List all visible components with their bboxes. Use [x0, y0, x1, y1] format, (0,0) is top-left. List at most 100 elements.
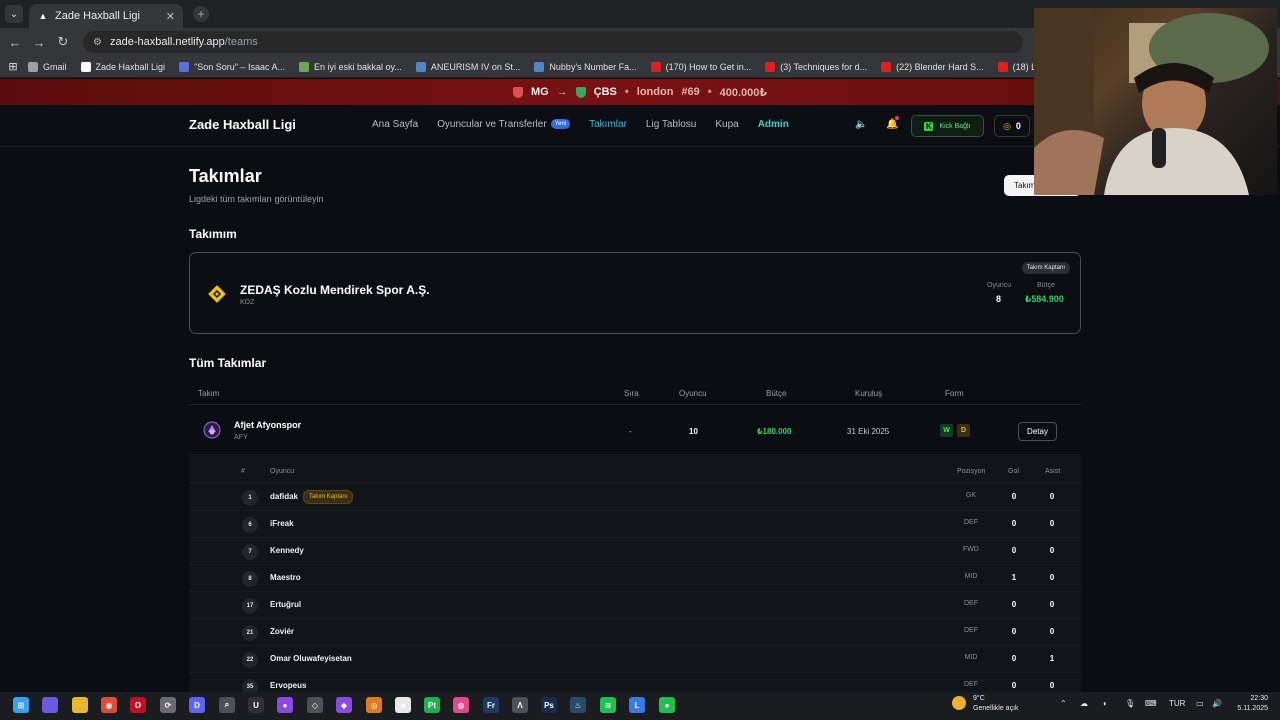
ticker-separator: • [707, 86, 712, 98]
bookmark-item[interactable]: Zade Haxball Ligi [80, 61, 165, 72]
detail-button[interactable]: Detay [1018, 422, 1057, 441]
back-icon[interactable]: ← [3, 35, 27, 50]
coin-balance[interactable]: ◎ 0 [994, 115, 1030, 137]
col-goals: Gol [1008, 468, 1019, 475]
player-row[interactable]: 7 Kennedy FWD 0 0 [189, 538, 1081, 565]
nav-teams[interactable]: Takımlar [589, 119, 627, 130]
pycharm-icon[interactable]: Pt [424, 697, 440, 713]
photoshop-icon[interactable]: Ps [541, 697, 557, 713]
system-clock[interactable]: 22:30 5.11.2025 [1232, 694, 1268, 714]
launcher-icon[interactable]: L [629, 697, 645, 713]
file-explorer-icon[interactable] [72, 697, 88, 713]
game-bar-icon[interactable]: ● [659, 697, 675, 713]
fresco-icon[interactable]: Fr [483, 697, 499, 713]
bookmark-item[interactable]: (3) Techniques for d... [765, 61, 868, 72]
visual-studio-icon[interactable]: ◆ [336, 697, 352, 713]
tray-overflow-icon[interactable]: ⌃ [1060, 699, 1067, 708]
bookmark-item[interactable]: "Son Soru" – Isaac A... [179, 61, 285, 72]
figma-icon[interactable]: ◍ [453, 697, 469, 713]
cloud-icon[interactable]: ☁ [1080, 699, 1088, 708]
bookmark-item[interactable]: (22) Blender Hard S... [881, 61, 984, 72]
player-row[interactable]: 1 dafidak Takım Kaptanı GK 0 0 [189, 484, 1081, 511]
keyboard-icon[interactable]: ⌨ [1145, 699, 1157, 708]
bookmark-label: ANEURISM IV on St... [430, 61, 521, 72]
bookmark-label: (3) Techniques for d... [780, 61, 868, 72]
tab-search-icon[interactable]: ⌄ [5, 5, 23, 23]
player-assists: 0 [1049, 600, 1055, 609]
player-assists: 0 [1049, 681, 1055, 690]
start-icon[interactable]: ⊞ [13, 697, 29, 713]
new-tab-button[interactable]: + [193, 6, 209, 22]
inkscape-icon[interactable]: Λ [512, 697, 528, 713]
discord-icon[interactable]: D [189, 697, 205, 713]
github-icon[interactable]: ● [277, 697, 293, 713]
bookmark-label: Gmail [43, 61, 67, 72]
nav-admin[interactable]: Admin [758, 119, 789, 130]
team-crest-icon [575, 86, 586, 98]
nav-league-table[interactable]: Lig Tablosu [646, 119, 696, 130]
site-info-icon[interactable]: ⚙ [93, 37, 102, 48]
steam-icon[interactable]: ♨ [570, 697, 586, 713]
bookmark-favicon-icon [997, 61, 1008, 72]
mic-icon[interactable]: 🎙 [1125, 699, 1135, 708]
player-row[interactable]: 6 iFreak DEF 0 0 [189, 511, 1081, 538]
apps-grid-icon[interactable]: ⊞ [2, 60, 24, 73]
player-number: 17 [242, 598, 258, 614]
players-table-header: # Oyuncu Pozisyon Gol Asist [189, 456, 1081, 483]
bookmark-item[interactable]: (170) How to Get in... [650, 61, 752, 72]
bookmark-item[interactable]: Nubby's Number Fa... [534, 61, 637, 72]
search-app-icon[interactable]: ⌕ [219, 697, 235, 713]
url-host: zade-haxball.netlify.app [109, 36, 225, 48]
my-team-name: ZEDAŞ Kozlu Mendirek Spor A.Ş. [240, 283, 430, 297]
coin-count: 0 [1015, 121, 1021, 131]
ticker-amount: 400.000₺ [719, 86, 768, 99]
bookmark-label: (170) How to Get in... [665, 61, 752, 72]
github-desktop-icon[interactable]: ⟳ [160, 697, 176, 713]
player-row[interactable]: 8 Maestro MID 1 0 [189, 565, 1081, 592]
bookmark-item[interactable]: ANEURISM IV on St... [415, 61, 521, 72]
nav-cup[interactable]: Kupa [715, 119, 738, 130]
my-team-card[interactable]: ZEDAŞ Kozlu Mendirek Spor A.Ş. KOZ Takım… [189, 252, 1081, 334]
close-tab-icon[interactable]: ✕ [166, 10, 175, 23]
weather-widget[interactable]: 9°C Genellikle açık [952, 694, 1019, 714]
network-icon[interactable]: ◐ [1103, 699, 1108, 708]
nav-players[interactable]: Oyuncular ve Transferler Yeni [437, 119, 571, 130]
weather-sun-icon [952, 696, 966, 710]
reload-icon[interactable]: ↻ [51, 34, 75, 50]
brand-logo[interactable]: Zade Haxball Ligi [189, 117, 296, 132]
team-name[interactable]: Afjet Afyonspor [234, 420, 301, 430]
bookmark-favicon-icon [80, 61, 91, 72]
bookmark-item[interactable]: Gmail [28, 61, 67, 72]
spotify-icon[interactable]: ≋ [600, 697, 616, 713]
player-number: 21 [242, 625, 258, 641]
address-bar[interactable]: ⚙ zade-haxball.netlify.app/teams [83, 31, 1023, 53]
volume-icon[interactable]: 🔊 [1212, 699, 1222, 708]
forward-icon[interactable]: → [27, 35, 51, 50]
player-goals: 0 [1011, 600, 1017, 609]
bookmark-item[interactable]: En iyi eski bakkal oy... [299, 61, 402, 72]
blender-icon[interactable]: ◎ [366, 697, 382, 713]
display-icon[interactable]: ▭ [1196, 699, 1204, 708]
player-assists: 0 [1049, 492, 1055, 501]
player-name: Omar Oluwafeyisetan [270, 654, 352, 663]
roblox-icon[interactable]: ■ [395, 697, 411, 713]
url-path: /teams [224, 36, 258, 48]
player-row[interactable]: 17 Ertuğrul DEF 0 0 [189, 592, 1081, 619]
team-row[interactable]: Afjet Afyonspor AFY - 10 ₺180.000 31 Eki… [189, 407, 1081, 455]
language-indicator[interactable]: TUR [1169, 699, 1185, 708]
bookmark-favicon-icon [179, 61, 190, 72]
browser-tab[interactable]: ▲ Zade Haxball Ligi ✕ [29, 4, 183, 28]
player-row[interactable]: 22 Omar Oluwafeyisetan MID 0 1 [189, 646, 1081, 673]
unreal-icon[interactable]: U [248, 697, 264, 713]
bell-icon[interactable]: 🔔 [886, 119, 898, 130]
kick-status-button[interactable]: K Kick Bağlı [911, 115, 984, 137]
player-position: GK [965, 492, 977, 499]
copilot-icon[interactable] [42, 697, 58, 713]
nav-home[interactable]: Ana Sayfa [372, 119, 418, 130]
opera-icon[interactable]: O [130, 697, 146, 713]
player-row[interactable]: 21 Zoviér DEF 0 0 [189, 619, 1081, 646]
unity-icon[interactable]: ◇ [307, 697, 323, 713]
chrome-icon[interactable]: ◉ [101, 697, 117, 713]
ticker-player: london [636, 86, 674, 98]
sound-icon[interactable]: 🔈 [855, 119, 867, 130]
